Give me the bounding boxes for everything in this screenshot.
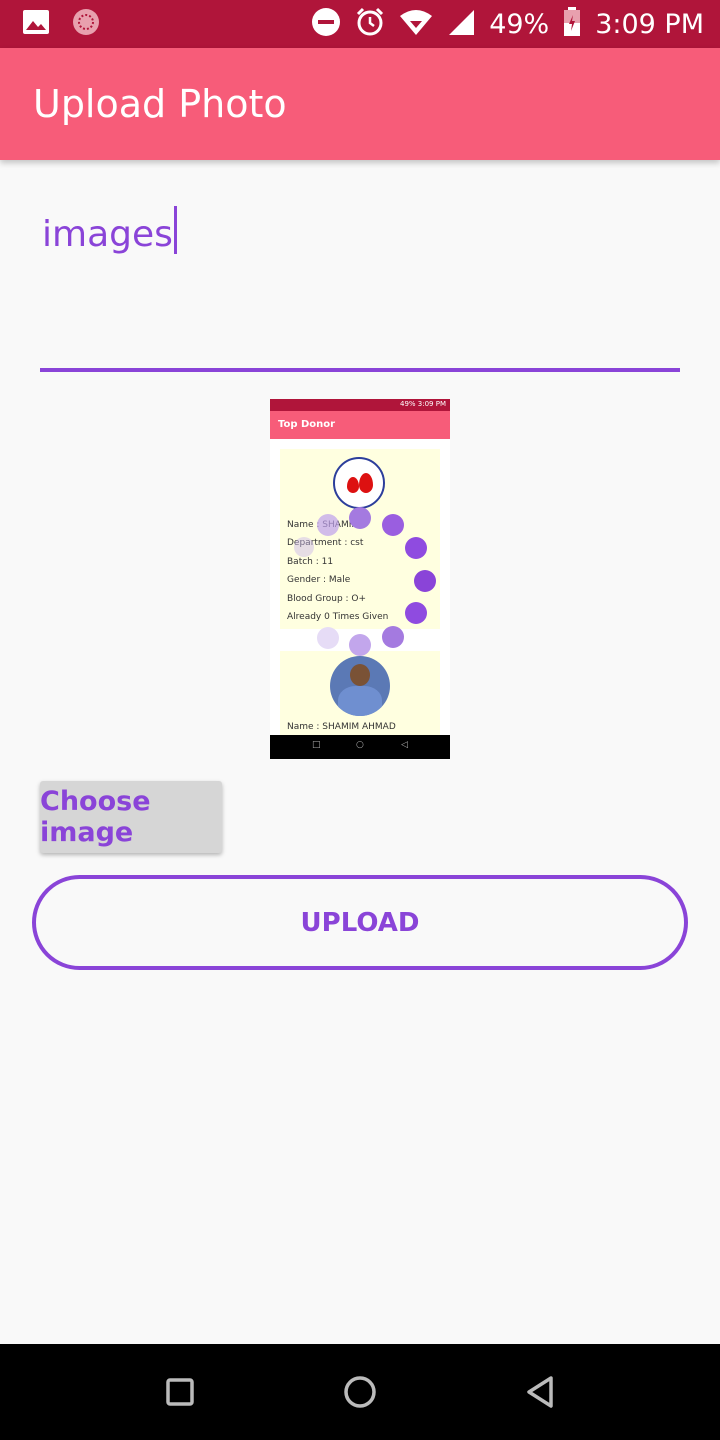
preview-status-text: 49% 3:09 PM	[400, 400, 446, 408]
system-nav-bar	[0, 1344, 720, 1440]
loading-dot	[414, 570, 436, 592]
preview-line: Already 0 Times Given	[287, 612, 389, 622]
do-not-disturb-icon	[311, 7, 341, 41]
battery-icon	[563, 7, 581, 41]
home-icon[interactable]	[340, 1372, 380, 1412]
preview-line: Blood Group : O+	[287, 594, 367, 604]
input-value: images	[42, 214, 173, 255]
preview-back-icon: ◁	[401, 740, 408, 750]
upload-button[interactable]: UPLOAD	[32, 875, 688, 970]
preview-status-bar: 49% 3:09 PM	[270, 399, 450, 411]
selected-image-preview: 49% 3:09 PM Top Donor Name : SHAMIM Depa…	[270, 399, 450, 759]
loading-dot	[317, 514, 339, 536]
app-notification-icon	[72, 8, 100, 40]
preview-line: Name : SHAMIM AHMAD	[287, 722, 396, 732]
page-title: Upload Photo	[33, 82, 287, 126]
loading-dot	[317, 627, 339, 649]
preview-line: Batch : 11	[287, 557, 334, 567]
clock: 3:09 PM	[595, 8, 704, 40]
preview-recents-icon: □	[312, 740, 321, 750]
choose-image-button[interactable]: Choose image	[40, 781, 222, 853]
wifi-icon	[399, 8, 433, 40]
loading-dot	[405, 602, 427, 624]
status-bar: 49% 3:09 PM	[0, 0, 720, 48]
loading-dot	[405, 537, 427, 559]
loading-dot	[382, 514, 404, 536]
signal-icon	[447, 8, 475, 40]
loading-dot	[382, 626, 404, 648]
app-bar: Upload Photo	[0, 48, 720, 160]
donor-photo-avatar	[330, 656, 390, 716]
alarm-icon	[355, 7, 385, 41]
loading-dot	[349, 634, 371, 656]
loading-dot	[349, 507, 371, 529]
image-name-input[interactable]: images	[40, 196, 680, 372]
preview-line: Gender : Male	[287, 575, 351, 585]
text-cursor	[173, 206, 177, 254]
blood-donation-logo-icon	[333, 457, 385, 509]
preview-title: Top Donor	[278, 419, 336, 430]
preview-app-bar: Top Donor	[270, 411, 450, 439]
recents-icon[interactable]	[160, 1372, 200, 1412]
preview-home-icon: ○	[356, 740, 364, 750]
battery-percent: 49%	[489, 8, 550, 40]
loading-dot	[294, 537, 314, 557]
image-icon	[22, 9, 50, 39]
preview-nav-bar: □ ○ ◁	[270, 735, 450, 759]
back-icon[interactable]	[520, 1372, 560, 1412]
